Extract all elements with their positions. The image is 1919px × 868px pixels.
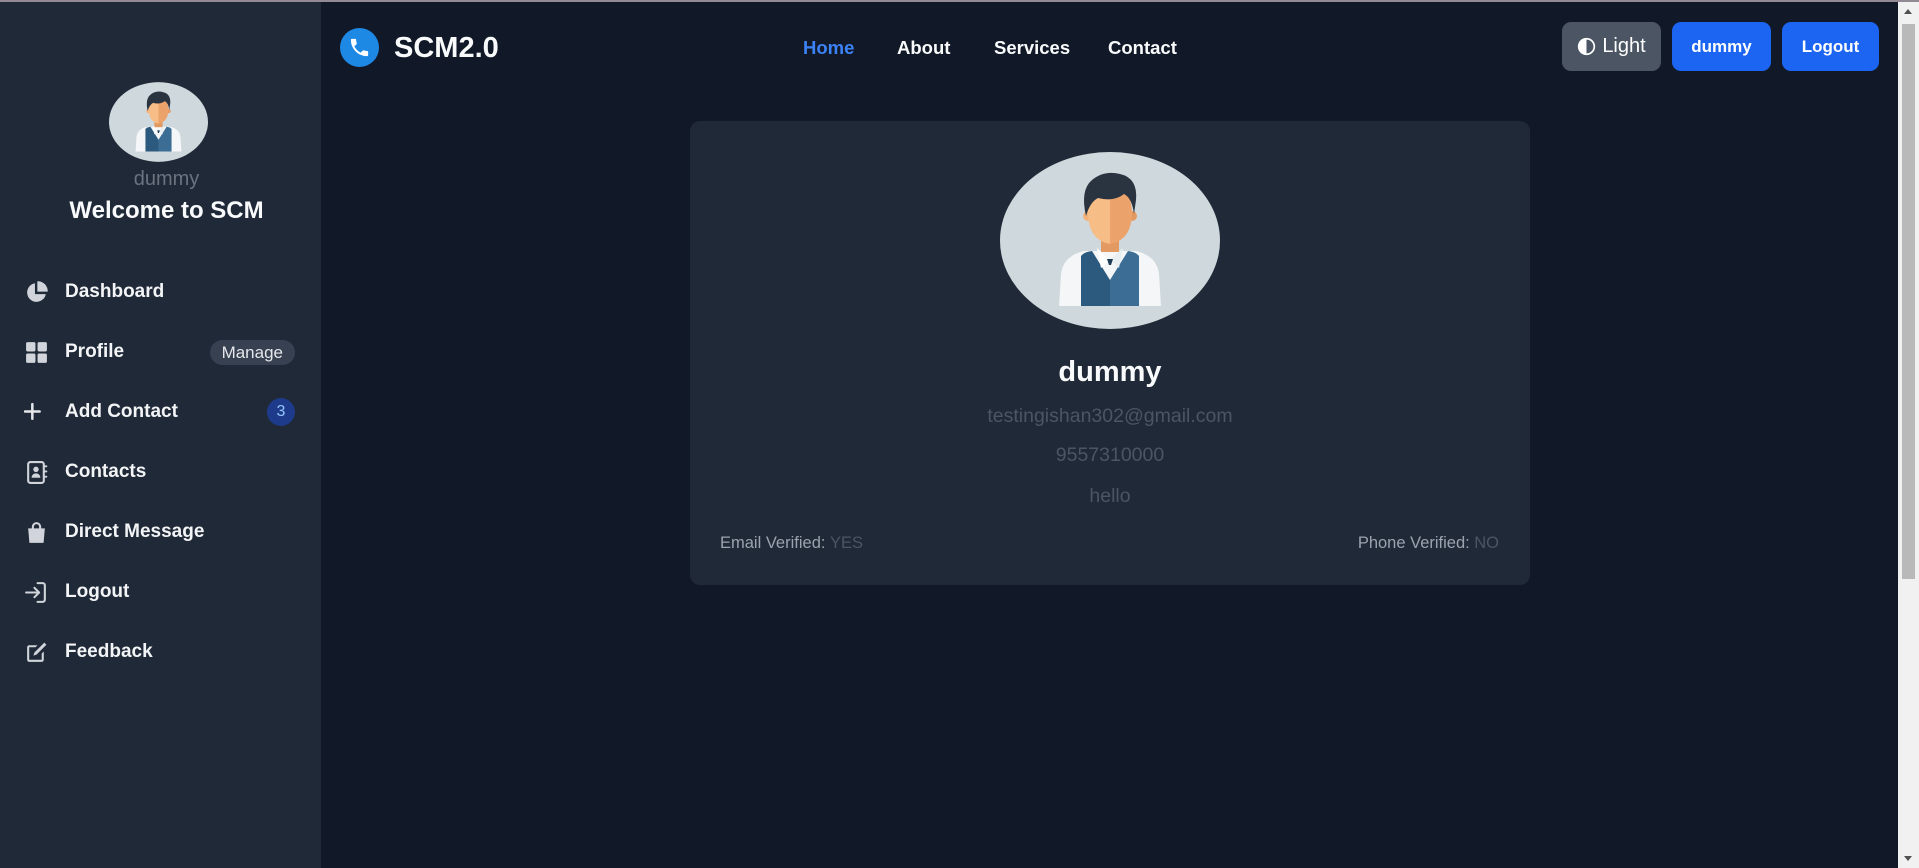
sidebar-item-dashboard[interactable]: Dashboard [12, 268, 310, 316]
profile-phone: 9557310000 [1055, 444, 1165, 466]
grid-icon [26, 341, 47, 363]
sidebar-item-label: Feedback [65, 641, 153, 662]
theme-toggle-label: Light [1602, 35, 1646, 57]
sidebar-item-contacts[interactable]: Contacts [12, 448, 310, 496]
profile-avatar [1000, 152, 1220, 329]
phone-icon [350, 38, 369, 57]
user-avatar-icon [109, 82, 208, 162]
brand-title[interactable]: SCM2.0 [394, 31, 499, 65]
logout-button[interactable]: Logout [1782, 22, 1879, 71]
phone-verified-label: Phone Verified: [1357, 534, 1470, 552]
sidebar-item-direct-message[interactable]: Direct Message [12, 508, 310, 556]
sidebar-avatar [109, 82, 208, 162]
email-verified-label: Email Verified: [720, 534, 826, 552]
contrast-icon [1578, 37, 1596, 56]
profile-email: testingishan302@gmail.com [987, 405, 1233, 427]
nav-link-contact[interactable]: Contact [1108, 36, 1177, 60]
sidebar-item-label: Add Contact [65, 401, 178, 422]
email-verified-status: Email Verified: YES [720, 532, 863, 554]
nav-link-home[interactable]: Home [803, 36, 854, 60]
profile-about: hello [1089, 485, 1131, 507]
sidebar-welcome-title: Welcome to SCM [69, 197, 264, 224]
scroll-thumb[interactable] [1902, 24, 1915, 579]
nav-link-services[interactable]: Services [994, 36, 1070, 60]
email-verified-value: YES [829, 534, 863, 552]
sidebar-item-label: Contacts [65, 461, 147, 482]
sidebar-item-label: Dashboard [65, 281, 165, 302]
user-button[interactable]: dummy [1672, 22, 1771, 71]
phone-verified-value: NO [1474, 534, 1499, 552]
pie-chart-icon [27, 280, 48, 302]
contact-count-badge: 3 [267, 398, 295, 426]
address-book-icon [27, 460, 48, 484]
sidebar-item-label: Logout [65, 581, 130, 602]
nav-link-about[interactable]: About [897, 36, 950, 60]
sidebar-item-feedback[interactable]: Feedback [12, 628, 310, 676]
scroll-up-arrow[interactable] [1898, 2, 1919, 21]
profile-name: dummy [1058, 356, 1162, 388]
shopping-bag-icon [28, 521, 45, 543]
sidebar-item-profile[interactable]: Profile Manage [12, 328, 310, 376]
phone-verified-status: Phone Verified: NO [1358, 532, 1499, 554]
sidebar-item-label: Direct Message [65, 521, 205, 542]
user-avatar-icon [1000, 152, 1220, 329]
sidebar-item-label: Profile [65, 341, 125, 362]
vertical-scrollbar[interactable] [1898, 0, 1919, 868]
sidebar-item-logout[interactable]: Logout [12, 568, 310, 616]
scroll-down-arrow[interactable] [1898, 849, 1919, 868]
window-top-border [0, 0, 1919, 2]
profile-card: dummy testingishan302@gmail.com 95573100… [690, 121, 1530, 585]
edit-icon [27, 642, 47, 662]
sidebar-item-add-contact[interactable]: Add Contact 3 [12, 388, 310, 436]
manage-badge[interactable]: Manage [209, 339, 295, 365]
sidebar: dummy Welcome to SCM Dashboard Profile M… [0, 0, 321, 868]
sidebar-username: dummy [133, 168, 200, 190]
theme-toggle-button[interactable]: Light [1562, 22, 1661, 71]
plus-icon [24, 402, 41, 420]
brand-logo[interactable] [340, 28, 379, 67]
sign-in-icon [25, 581, 46, 603]
